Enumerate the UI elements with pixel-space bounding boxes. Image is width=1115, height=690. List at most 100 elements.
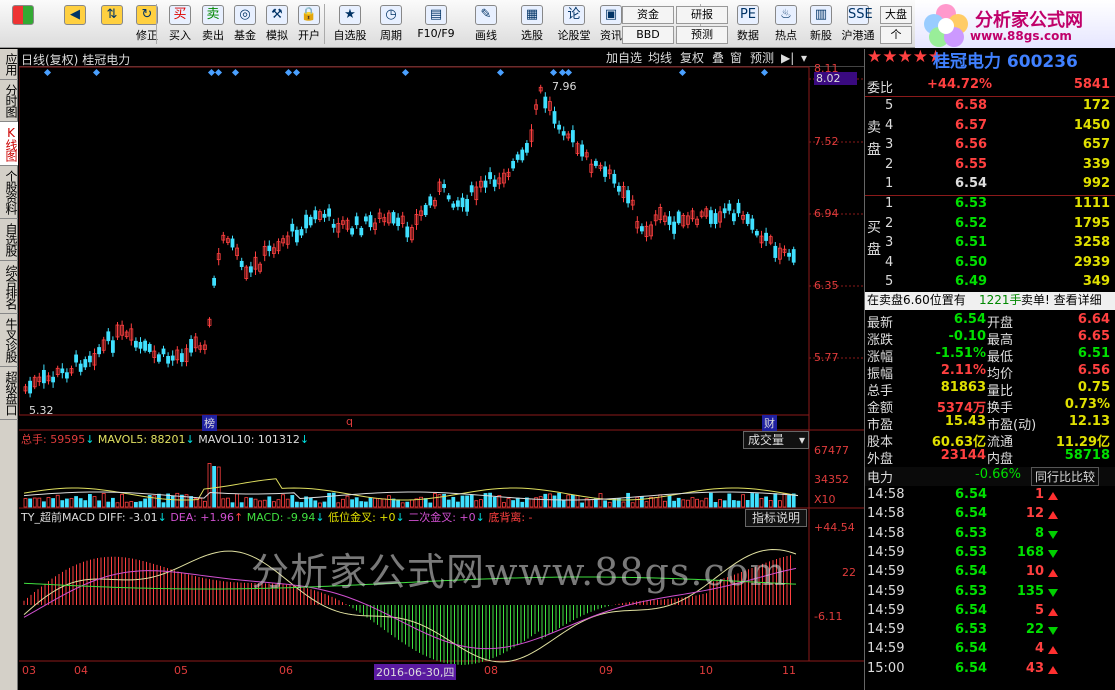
toolbar-small-button[interactable]: BBD <box>622 26 674 44</box>
candle-body <box>41 369 46 384</box>
volume-bar <box>138 501 143 508</box>
up-down-icon: ⇅ <box>101 5 123 25</box>
hkconnect-button[interactable]: SSE 沪港通 <box>840 2 876 46</box>
fund-button[interactable]: ◎ 基金 <box>230 2 260 46</box>
fund-icon: ◎ <box>234 5 256 25</box>
candle-body <box>617 185 621 192</box>
tick-volume: 43 <box>1025 660 1044 676</box>
sidebar-tab[interactable]: 超级盘口 <box>0 367 18 420</box>
stock-title: 桂冠电力 600236 <box>933 52 1078 72</box>
sector-name: 电力 <box>867 471 894 486</box>
toolbar-small-button[interactable]: 个 <box>880 26 912 44</box>
sidebar-tab[interactable]: 分时图 <box>0 80 18 122</box>
hot-button[interactable]: ♨ 热点 <box>771 2 801 46</box>
date-axis-label: 06 <box>279 664 293 677</box>
pe-button[interactable]: PE 数据 <box>732 2 764 46</box>
notice-detail-link[interactable]: 卖单! 查看详细 <box>1021 292 1102 309</box>
up-down-button[interactable]: ⇅ <box>98 2 126 46</box>
volume-bar <box>529 498 534 508</box>
newstock-button[interactable]: ▥ 新股 <box>806 2 836 46</box>
pe-icon: PE <box>737 5 759 25</box>
volume-axis-label: 34352 <box>814 473 849 486</box>
discuss-button[interactable]: 论论股堂 <box>555 2 593 46</box>
sell-price: 6.57 <box>955 117 988 133</box>
macd-second-gold: 二次金叉: +0 <box>408 511 476 524</box>
buy-volume: 1111 <box>1073 196 1110 211</box>
hammer-button[interactable]: ⚒ 模拟 <box>262 2 292 46</box>
sidebar-tab[interactable]: 自选股 <box>0 219 18 261</box>
volume-bar <box>317 502 322 508</box>
newstock-icon: ▥ <box>810 5 832 25</box>
sell-volume: 1450 <box>1073 117 1110 133</box>
indicator-help-button[interactable]: 指标说明 <box>745 509 807 527</box>
sell-level-row: 1 6.54 992 <box>865 176 1115 195</box>
candle-body <box>65 372 69 379</box>
volume-bar <box>115 502 120 508</box>
date-axis-label: 03 <box>22 664 36 677</box>
toolbar-small-button[interactable]: 预测 <box>676 26 728 44</box>
sell-button[interactable]: 卖卖出 <box>198 2 228 46</box>
toolbar-small-button[interactable]: 大盘 <box>880 6 912 24</box>
candle-body <box>212 277 217 286</box>
pen-button[interactable]: ✎ 画线 <box>466 2 506 46</box>
volume-bar <box>267 496 272 508</box>
sidebar-tab[interactable]: 应用 <box>0 49 18 80</box>
event-marker[interactable]: 榜 <box>202 415 217 431</box>
candle-body <box>713 213 718 225</box>
buy-icon: 买 <box>169 5 191 25</box>
macd-diff: DIFF: -3.01 <box>98 511 158 524</box>
volume-bar <box>202 500 207 508</box>
clock-button[interactable]: ◷ 周期 <box>372 2 410 46</box>
event-marker[interactable]: q <box>344 415 355 428</box>
app-button[interactable] <box>8 2 38 46</box>
event-marker[interactable]: 财 <box>762 415 777 431</box>
arrow-up-icon <box>1048 511 1058 520</box>
sell-price: 6.56 <box>955 137 988 152</box>
left-sidebar: 应用 分时图 K线图 个股资料 自选股 综合排名 牛叉诊股 超级盘口 <box>0 49 18 690</box>
sidebar-tab[interactable]: K线图 <box>0 122 18 166</box>
star-button[interactable]: ★ 自选股 <box>330 2 370 46</box>
toolbar-small-button[interactable]: 资金 <box>622 6 674 24</box>
buy-volume: 1795 <box>1073 215 1110 231</box>
stat-value: 6.54 <box>953 312 986 327</box>
back-button[interactable]: ◀ <box>58 2 92 46</box>
tick-row: 14:59 6.54 5 <box>865 603 1115 622</box>
clock-icon: ◷ <box>380 5 402 25</box>
sidebar-tab[interactable]: 牛叉诊股 <box>0 314 18 367</box>
refresh-button[interactable]: ↻ 修正 <box>132 2 162 46</box>
volume-bar <box>239 502 244 508</box>
f10-button[interactable]: ▤ F10/F9 <box>414 2 458 46</box>
screen-button[interactable]: ▦ 选股 <box>512 2 552 46</box>
tick-time: 14:59 <box>867 641 905 657</box>
tick-price: 6.53 <box>955 622 988 638</box>
candle-body <box>304 214 309 229</box>
event-diamond-icon <box>496 68 505 77</box>
candle-body <box>170 355 175 361</box>
sidebar-tab[interactable]: 综合排名 <box>0 261 18 314</box>
kline-chart-area[interactable]: 日线(复权) 桂冠电力 加自选 均线 复权叠窗预测 ▶| ▾ 8.11 8.02 7.52 6… <box>19 49 864 690</box>
lock-button[interactable]: 🔒 开户 <box>294 2 324 46</box>
volume-bar <box>709 492 713 508</box>
compare-button[interactable]: 同行比比较 <box>1031 467 1100 486</box>
tick-volume: 135 <box>1016 583 1044 599</box>
buy-button[interactable]: 买买入 <box>165 2 195 46</box>
tick-row: 14:59 6.54 10 <box>865 564 1115 583</box>
buy-level-row: 4 6.50 2939 <box>865 255 1115 274</box>
candle-body <box>322 213 327 218</box>
candle-body <box>88 355 92 363</box>
level-num: 3 <box>885 137 894 152</box>
flower-logo-icon <box>924 4 968 47</box>
macd-indicator-name[interactable]: TY_超前MACD <box>21 511 95 524</box>
volume-bar <box>170 495 175 508</box>
back-icon: ◀ <box>64 5 86 25</box>
volume-bar <box>690 497 695 508</box>
buy-volume: 349 <box>1082 274 1110 289</box>
big-order-notice[interactable]: 在卖盘6.60位置有 1221手 卖单! 查看详细 <box>865 292 1115 310</box>
macd-axis-label: +44.54 <box>814 521 855 534</box>
candle-body <box>460 197 465 208</box>
volume-indicator-select[interactable]: 成交量 ▾ <box>743 431 809 449</box>
toolbar-small-button[interactable]: 研报 <box>676 6 728 24</box>
candle-body <box>143 340 147 351</box>
volume-bar <box>409 499 414 508</box>
sidebar-tab[interactable]: 个股资料 <box>0 166 18 219</box>
